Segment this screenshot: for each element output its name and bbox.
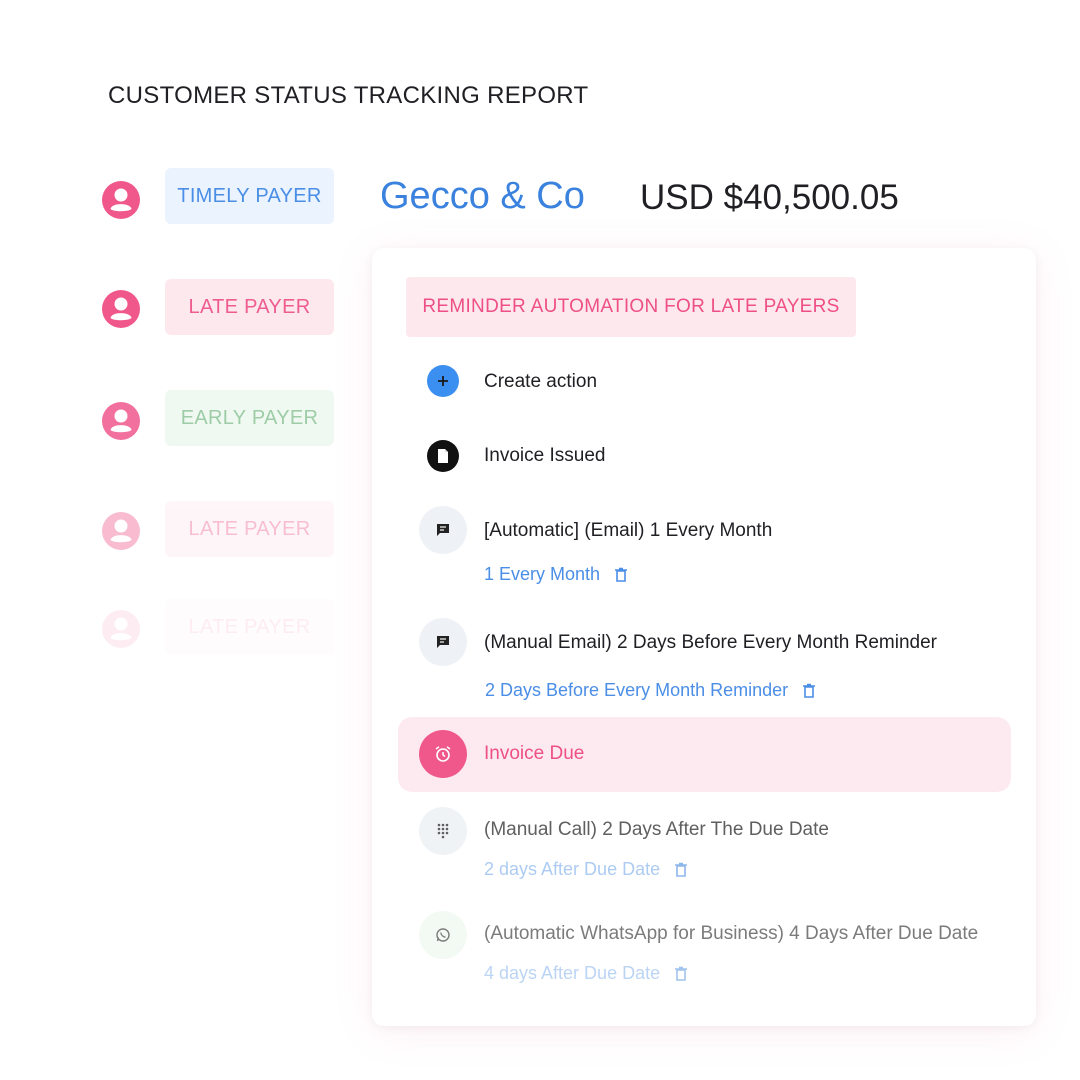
avatar [102,290,140,328]
status-badge-late[interactable]: LATE PAYER [165,501,334,557]
invoice-issued-label: Invoice Issued [484,445,606,466]
invoice-due-label: Invoice Due [484,743,585,764]
company-name: Gecco & Co [380,175,585,217]
step-schedule-link[interactable]: 4 days After Due Date [484,963,660,984]
chat-icon [419,506,467,554]
step-title: (Manual Call) 2 Days After The Due Date [484,819,829,840]
whatsapp-icon [419,911,467,959]
automation-header: REMINDER AUTOMATION FOR LATE PAYERS [406,277,856,337]
step-schedule-link[interactable]: 2 days After Due Date [484,859,660,880]
step-subtitle[interactable]: 1 Every Month [484,564,628,585]
step-subtitle[interactable]: 2 days After Due Date [484,859,688,880]
user-icon [110,409,132,433]
trash-icon[interactable] [674,862,688,878]
avatar [102,181,140,219]
step-title: (Automatic WhatsApp for Business) 4 Days… [484,923,979,944]
user-icon [110,188,132,212]
document-icon [427,440,459,472]
chat-icon [419,618,467,666]
step-schedule-link[interactable]: 2 Days Before Every Month Reminder [485,680,788,701]
trash-icon[interactable] [802,683,816,699]
page-title: CUSTOMER STATUS TRACKING REPORT [108,82,589,109]
avatar [102,402,140,440]
step-subtitle[interactable]: 2 Days Before Every Month Reminder [485,680,816,701]
status-badge-late[interactable]: LATE PAYER [165,279,334,335]
step-title: [Automatic] (Email) 1 Every Month [484,520,773,541]
alarm-clock-icon [419,730,467,778]
trash-icon[interactable] [614,567,628,583]
step-title: (Manual Email) 2 Days Before Every Month… [484,632,938,653]
avatar [102,512,140,550]
dialpad-icon [419,807,467,855]
step-subtitle[interactable]: 4 days After Due Date [484,963,688,984]
automation-card: REMINDER AUTOMATION FOR LATE PAYERS Crea… [372,248,1036,1026]
plus-icon[interactable] [427,365,459,397]
amount-due: USD $40,500.05 [640,178,899,217]
step-schedule-link[interactable]: 1 Every Month [484,564,600,585]
trash-icon[interactable] [674,966,688,982]
create-action-label[interactable]: Create action [484,371,597,393]
user-icon [110,617,132,641]
status-badge-late[interactable]: LATE PAYER [165,599,334,655]
avatar [102,610,140,648]
status-badge-early[interactable]: EARLY PAYER [165,390,334,446]
status-badge-timely[interactable]: TIMELY PAYER [165,168,334,224]
user-icon [110,519,132,543]
user-icon [110,297,132,321]
